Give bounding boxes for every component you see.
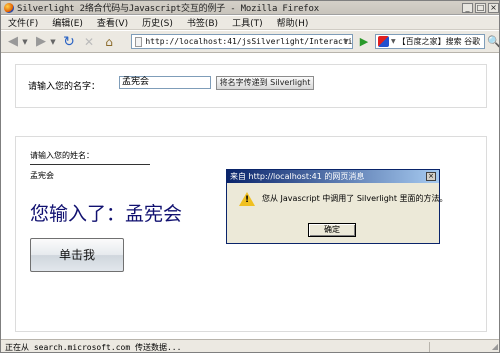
menu-help[interactable]: 帮助(H) [270, 16, 316, 29]
click-me-button[interactable]: 单击我 [30, 238, 124, 272]
menu-view[interactable]: 查看(V) [90, 16, 135, 29]
dialog-ok-button[interactable]: 确定 [308, 223, 356, 237]
search-box[interactable]: ▼ 【百度之家】搜索 谷歌 [375, 34, 485, 49]
search-icon[interactable]: 🔍 [487, 35, 499, 48]
name-prompt-label: 请输入您的名字： [28, 82, 101, 92]
page-icon [135, 36, 143, 47]
address-url[interactable]: http://localhost:41/jsSilverlight/Intera… [145, 37, 352, 46]
window-title: Silverlight 2络合代码与Javascript交互的例子 - Mozi… [17, 4, 319, 14]
html-input-panel: 请输入您的名字： 孟宪会 将名字传递到 Silverlight [15, 64, 487, 108]
silverlight-name-field[interactable]: 孟宪会 [30, 170, 54, 181]
silverlight-name-underline [30, 164, 150, 165]
minimize-button[interactable]: _ [462, 2, 473, 13]
back-dropdown-icon[interactable]: ▼ [21, 34, 29, 50]
address-dropdown-icon[interactable]: ▼ [341, 36, 351, 47]
dialog-message: 您从 Javascript 中调用了 Silverlight 里面的方法。 [262, 194, 448, 203]
search-engine-dropdown-icon[interactable]: ▼ [391, 38, 396, 45]
dialog-close-button[interactable]: × [426, 172, 436, 181]
menu-bookmarks[interactable]: 书签(B) [180, 16, 225, 29]
status-cell [429, 341, 489, 352]
home-icon[interactable]: ⌂ [101, 34, 117, 50]
menu-history[interactable]: 历史(S) [135, 16, 180, 29]
warning-mark: ! [245, 195, 250, 205]
title-bar: Silverlight 2络合代码与Javascript交互的例子 - Mozi… [1, 1, 499, 15]
close-window-button[interactable]: × [488, 2, 499, 13]
address-bar[interactable]: http://localhost:41/jsSilverlight/Intera… [131, 34, 353, 49]
pass-to-silverlight-button[interactable]: 将名字传递到 Silverlight [216, 76, 314, 90]
resize-grip-icon[interactable]: ◢ [489, 342, 499, 353]
stop-icon[interactable]: ✕ [81, 34, 97, 50]
search-input[interactable]: 【百度之家】搜索 谷歌 [398, 36, 481, 47]
silverlight-name-label: 请输入您的姓名： [30, 151, 94, 160]
status-text: 正在从 search.microsoft.com 传送数据... [5, 342, 182, 352]
maximize-button[interactable]: □ [475, 2, 486, 13]
menu-tools[interactable]: 工具(T) [225, 16, 270, 29]
alert-dialog: 来自 http://localhost:41 的网页消息 × ! 您从 Java… [226, 169, 448, 244]
forward-dropdown-icon[interactable]: ▼ [49, 34, 57, 50]
search-engine-icon[interactable] [378, 36, 389, 47]
go-icon[interactable]: ▶ [357, 35, 371, 49]
result-text: 您输入了：孟宪会 [30, 203, 183, 225]
dialog-title: 来自 http://localhost:41 的网页消息 [227, 170, 439, 183]
menu-bar: 文件(F) 编辑(E) 查看(V) 历史(S) 书签(B) 工具(T) 帮助(H… [1, 16, 499, 30]
browser-window: Silverlight 2络合代码与Javascript交互的例子 - Mozi… [0, 0, 500, 353]
name-input[interactable]: 孟宪会 [119, 76, 211, 89]
firefox-icon [4, 2, 14, 13]
forward-icon[interactable]: ▶ [33, 34, 49, 50]
back-icon[interactable]: ◀ [5, 34, 21, 50]
menu-file[interactable]: 文件(F) [1, 16, 45, 29]
menu-edit[interactable]: 编辑(E) [45, 16, 90, 29]
status-bar: 正在从 search.microsoft.com 传送数据... ◢ [1, 339, 499, 353]
reload-icon[interactable]: ↻ [61, 34, 77, 50]
